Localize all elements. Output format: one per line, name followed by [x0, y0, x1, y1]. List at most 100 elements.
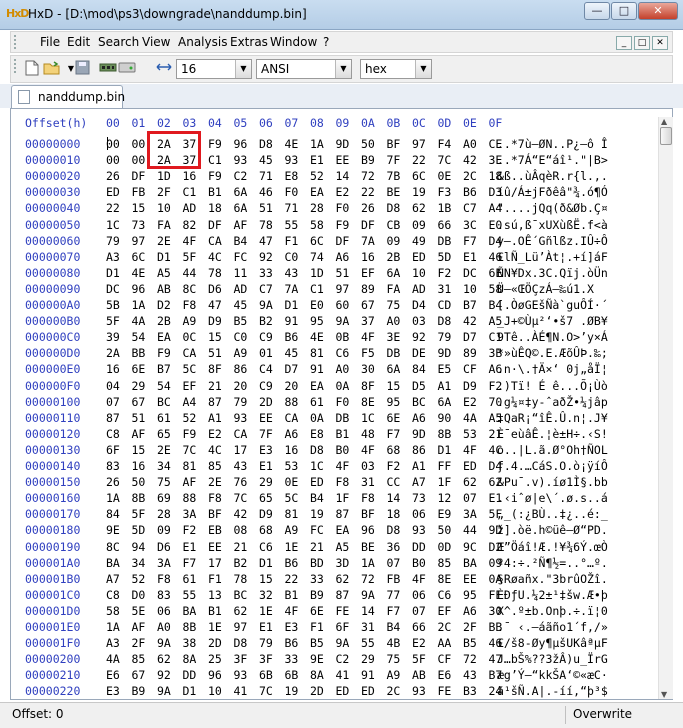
hex-byte[interactable]: 4E [285, 137, 305, 151]
hex-byte[interactable]: 65 [157, 427, 177, 441]
hex-byte[interactable]: D6 [208, 282, 228, 296]
hex-byte[interactable]: 78 [208, 266, 228, 280]
minimize-button[interactable]: — [584, 2, 610, 20]
hex-byte[interactable]: B2 [234, 556, 254, 570]
hex-byte[interactable]: 91 [310, 362, 330, 376]
hex-byte[interactable]: 5C [183, 362, 203, 376]
hex-byte[interactable]: 55 [285, 218, 305, 232]
hex-byte[interactable]: 3F [234, 652, 254, 666]
hex-byte[interactable]: C8 [106, 588, 126, 602]
hex-byte[interactable]: 9E [106, 523, 126, 537]
hex-byte[interactable]: BA [463, 556, 483, 570]
hex-byte[interactable]: 51 [132, 411, 152, 425]
hex-byte[interactable]: 37 [361, 314, 381, 328]
hex-byte[interactable]: B6 [463, 185, 483, 199]
hex-byte[interactable]: 66 [438, 218, 458, 232]
hex-byte[interactable]: 72 [361, 169, 381, 183]
hex-byte[interactable]: 15 [132, 443, 152, 457]
hex-byte[interactable]: B6 [285, 330, 305, 344]
hex-byte[interactable]: 2B [157, 314, 177, 328]
hex-byte[interactable]: F7 [463, 234, 483, 248]
hex-byte[interactable]: 89 [361, 282, 381, 296]
hex-byte[interactable]: D1 [285, 298, 305, 312]
hex-byte[interactable]: 3A [183, 507, 203, 521]
hex-byte[interactable]: 94 [132, 540, 152, 554]
hex-byte[interactable]: 67 [361, 298, 381, 312]
hex-byte[interactable]: E0 [310, 298, 330, 312]
hex-byte[interactable]: D1 [106, 266, 126, 280]
hex-byte[interactable]: 6F [106, 443, 126, 457]
ascii-text[interactable]: È¯eùâÊ.¦è±H÷.‹S! [497, 427, 608, 441]
hex-byte[interactable]: 8A [183, 652, 203, 666]
hex-byte[interactable]: 75 [387, 652, 407, 666]
hex-byte[interactable]: E2 [463, 395, 483, 409]
hex-byte[interactable]: 73 [412, 491, 432, 505]
hex-byte[interactable]: DB [438, 234, 458, 248]
hex-byte[interactable]: C7 [259, 282, 279, 296]
hex-byte[interactable]: 4F [361, 330, 381, 344]
hex-byte[interactable]: 10 [208, 684, 228, 698]
hex-byte[interactable]: AB [157, 282, 177, 296]
charset-select[interactable]: ANSI ▼ [256, 59, 352, 79]
hex-byte[interactable]: 7C [183, 443, 203, 457]
ascii-text[interactable]: &Pu¯.v).íø1Ì§.bb [497, 475, 608, 489]
hex-byte[interactable]: 0A [310, 411, 330, 425]
hex-byte[interactable]: DC [463, 266, 483, 280]
hex-byte[interactable]: 9A [157, 636, 177, 650]
status-mode[interactable]: Overwrite [573, 707, 632, 721]
hex-byte[interactable]: 1C [106, 218, 126, 232]
ascii-text[interactable]: X^.º±b.Onþ.÷.ï¦0 [497, 604, 608, 618]
hex-byte[interactable]: 14 [336, 169, 356, 183]
hex-byte[interactable]: 7C [438, 153, 458, 167]
hex-byte[interactable]: B5 [234, 314, 254, 328]
hex-byte[interactable]: 38 [183, 636, 203, 650]
hex-byte[interactable]: 8B [183, 620, 203, 634]
hex-byte[interactable]: E3 [259, 443, 279, 457]
hex-byte[interactable]: 00 [106, 137, 126, 151]
hex-byte[interactable]: 96 [234, 137, 254, 151]
hex-byte[interactable]: 58 [310, 218, 330, 232]
hex-byte[interactable]: DD [183, 668, 203, 682]
hex-byte[interactable]: D4 [412, 298, 432, 312]
hex-byte[interactable]: CF [463, 362, 483, 376]
hex-byte[interactable]: 87 [336, 588, 356, 602]
scroll-up-icon[interactable]: ▲ [661, 117, 667, 126]
hex-byte[interactable]: 4F [336, 459, 356, 473]
hex-byte[interactable]: 34 [157, 459, 177, 473]
hex-byte[interactable]: 15 [132, 201, 152, 215]
hex-byte[interactable]: 6C [412, 169, 432, 183]
hex-byte[interactable]: 6B [259, 668, 279, 682]
hex-byte[interactable]: E6 [438, 668, 458, 682]
hex-byte[interactable]: CD [438, 298, 458, 312]
hex-byte[interactable]: 8C [183, 282, 203, 296]
hex-byte[interactable]: D1 [183, 684, 203, 698]
hex-byte[interactable]: CB [387, 218, 407, 232]
hex-byte[interactable]: E3 [285, 620, 305, 634]
hex-byte[interactable]: 2D [259, 395, 279, 409]
hex-byte[interactable]: C6 [259, 540, 279, 554]
hex-byte[interactable]: 55 [183, 588, 203, 602]
menu-search[interactable]: Search [98, 35, 139, 49]
hex-byte[interactable]: 5E [132, 604, 152, 618]
hex-byte[interactable]: EE [208, 540, 228, 554]
hex-byte[interactable]: 9D [336, 137, 356, 151]
hex-byte[interactable]: 6F [336, 620, 356, 634]
hex-byte[interactable]: DF [208, 218, 228, 232]
hex-byte[interactable]: E2 [336, 185, 356, 199]
hex-byte[interactable]: 1D [310, 266, 330, 280]
hex-byte[interactable]: 32 [259, 588, 279, 602]
hex-byte[interactable]: EE [259, 411, 279, 425]
hex-byte[interactable]: EF [438, 604, 458, 618]
hex-byte[interactable]: AD [234, 282, 254, 296]
hex-byte[interactable]: 22 [106, 201, 126, 215]
hex-byte[interactable]: 07 [463, 491, 483, 505]
hex-byte[interactable]: 01 [259, 346, 279, 360]
hex-byte[interactable]: F2 [438, 266, 458, 280]
hex-byte[interactable]: 5F [132, 507, 152, 521]
ascii-text[interactable]: „_(:¿BÙ..‡¿..é:_ [497, 507, 608, 521]
hex-byte[interactable]: E1 [259, 459, 279, 473]
hex-byte[interactable]: A0 [387, 314, 407, 328]
hex-byte[interactable]: 78 [259, 218, 279, 232]
hex-byte[interactable]: 4C [208, 443, 228, 457]
hex-byte[interactable]: 4E [310, 330, 330, 344]
